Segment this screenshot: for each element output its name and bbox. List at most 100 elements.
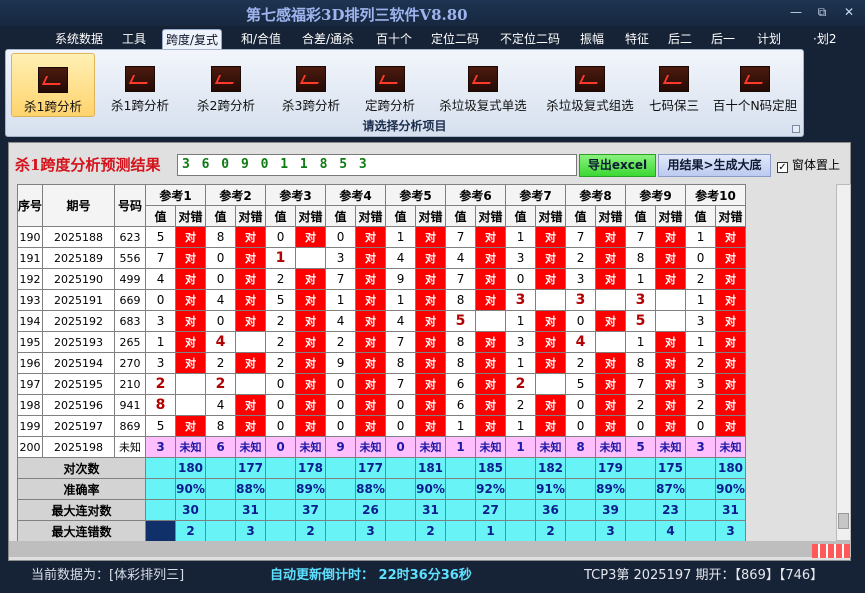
ribbon-button[interactable]: 杀1跨分析 <box>100 53 180 117</box>
stats-value: 87% <box>655 478 687 500</box>
result-subheader: 对错 <box>295 205 327 227</box>
hit-cell: 对 <box>415 247 447 269</box>
stats-value: 180 <box>715 457 747 479</box>
menu-item[interactable]: 定位二码 <box>428 29 482 50</box>
prediction-value-cell: 1 <box>505 436 537 458</box>
miss-cell <box>475 310 507 332</box>
menu-item[interactable]: 跨度/复式 <box>162 29 223 50</box>
value-cell: 0 <box>325 415 357 437</box>
miss-cell <box>655 310 687 332</box>
number-cell: 869 <box>114 415 147 437</box>
hit-cell: 对 <box>535 310 567 332</box>
prediction-result-field[interactable]: 3 6 0 9 0 1 1 8 5 3 <box>177 154 577 176</box>
value-subheader: 值 <box>265 205 297 227</box>
miss-cell <box>295 247 327 269</box>
value-cell: 0 <box>565 394 597 416</box>
stats-value: 39 <box>595 499 627 521</box>
value-cell: 2 <box>265 352 297 374</box>
menu-item[interactable]: 和/合值 <box>238 29 284 50</box>
value-cell: 6 <box>445 373 477 395</box>
stats-value: 3 <box>595 520 627 542</box>
close-icon[interactable]: ✕ <box>838 4 860 20</box>
export-excel-button[interactable]: 导出excel <box>579 154 656 177</box>
value-cell: 2 <box>505 373 537 395</box>
hit-cell: 对 <box>475 415 507 437</box>
ribbon-button[interactable]: 杀垃圾复式组选 <box>540 53 640 117</box>
hit-cell: 对 <box>295 310 327 332</box>
prediction-row: 200 2025198 未知 3 未知 6 未知 0 未知 9 未知 0 未知 1 未知 1 未知 8 未知 5 未知 3… <box>16 436 747 458</box>
hit-cell: 对 <box>595 268 627 290</box>
prediction-value-cell: 6 <box>205 436 237 458</box>
ribbon-button[interactable]: 杀2跨分析 <box>186 53 266 117</box>
chart-icon <box>659 66 689 92</box>
value-cell: 1 <box>505 310 537 332</box>
menu-item[interactable]: 后一 <box>708 29 738 50</box>
value-cell: 8 <box>205 226 237 248</box>
value-cell: 1 <box>625 331 657 353</box>
stats-filler <box>265 499 297 521</box>
stats-filler <box>265 478 297 500</box>
seq-cell: 195 <box>16 331 44 353</box>
maximize-icon[interactable]: ⧉ <box>811 4 833 20</box>
ribbon-button[interactable]: 杀1跨分析 <box>11 53 95 117</box>
stats-filler <box>145 499 177 521</box>
hit-cell: 对 <box>355 415 387 437</box>
hit-cell: 对 <box>415 394 447 416</box>
period-cell: 2025189 <box>42 247 116 269</box>
stats-filler <box>325 520 357 542</box>
generate-base-button[interactable]: 用结果>生成大底 <box>658 154 771 177</box>
menu-item[interactable]: 系统数据 <box>52 29 106 50</box>
menu-item[interactable]: 工具 <box>119 29 149 50</box>
minimize-icon[interactable]: — <box>785 4 807 20</box>
menu-item[interactable]: 百十个 <box>373 29 415 50</box>
chart-icon <box>38 67 68 93</box>
vertical-scrollbar[interactable] <box>836 184 851 541</box>
prediction-value-cell: 8 <box>565 436 597 458</box>
ribbon-launcher-icon[interactable] <box>792 125 800 133</box>
value-cell: 3 <box>625 289 657 311</box>
menu-item[interactable]: ·划2 <box>810 29 839 50</box>
unknown-cell: 未知 <box>595 436 627 458</box>
value-cell: 7 <box>625 226 657 248</box>
menu-item[interactable]: 特征 <box>622 29 652 50</box>
stats-filler <box>565 520 597 542</box>
value-cell: 8 <box>385 352 417 374</box>
menu-item[interactable]: 不定位二码 <box>497 29 563 50</box>
value-cell: 7 <box>565 226 597 248</box>
ribbon-button[interactable]: 定跨分析 <box>354 53 426 117</box>
stats-filler <box>505 478 537 500</box>
horizontal-scrollbar[interactable] <box>9 541 851 557</box>
ribbon-button[interactable]: 百十个N码定胆 <box>709 53 801 117</box>
value-cell: 4 <box>385 310 417 332</box>
scroll-thumb[interactable] <box>838 513 849 529</box>
menu-item[interactable]: 计划 <box>754 29 784 50</box>
value-cell: 0 <box>205 268 237 290</box>
value-cell: 0 <box>145 289 177 311</box>
value-cell: 4 <box>445 247 477 269</box>
table-row: 190 2025188 623 5 对 8 对 0 对 0 对 1 对 7 对 1 对 7 对 7 对 1 对 <box>16 226 747 248</box>
stats-value: 31 <box>235 499 267 521</box>
value-cell: 0 <box>625 415 657 437</box>
stats-filler <box>685 457 717 479</box>
miss-cell <box>175 394 207 416</box>
menu-item[interactable]: 振幅 <box>577 29 607 50</box>
value-cell: 8 <box>145 394 177 416</box>
value-cell: 1 <box>505 226 537 248</box>
hit-cell: 对 <box>595 310 627 332</box>
menu-item[interactable]: 合差/通杀 <box>299 29 357 50</box>
hit-cell: 对 <box>475 268 507 290</box>
stats-filler <box>265 457 297 479</box>
topmost-checkbox[interactable]: ✓ 窗体置上 <box>777 156 840 173</box>
menu-item[interactable]: 后二 <box>665 29 695 50</box>
value-cell: 1 <box>505 352 537 374</box>
stats-filler <box>205 478 237 500</box>
ribbon-button[interactable]: 杀垃圾复式单选 <box>430 53 536 117</box>
ribbon-button[interactable]: 七码保三 <box>642 53 706 117</box>
stats-value: 90% <box>715 478 747 500</box>
ref-header: 参考7 <box>505 184 567 206</box>
value-cell: 1 <box>385 226 417 248</box>
ribbon-button-label: 杀2跨分析 <box>197 98 255 113</box>
checkbox-icon[interactable]: ✓ <box>777 162 788 173</box>
stats-filler <box>445 499 477 521</box>
ribbon-button[interactable]: 杀3跨分析 <box>271 53 351 117</box>
